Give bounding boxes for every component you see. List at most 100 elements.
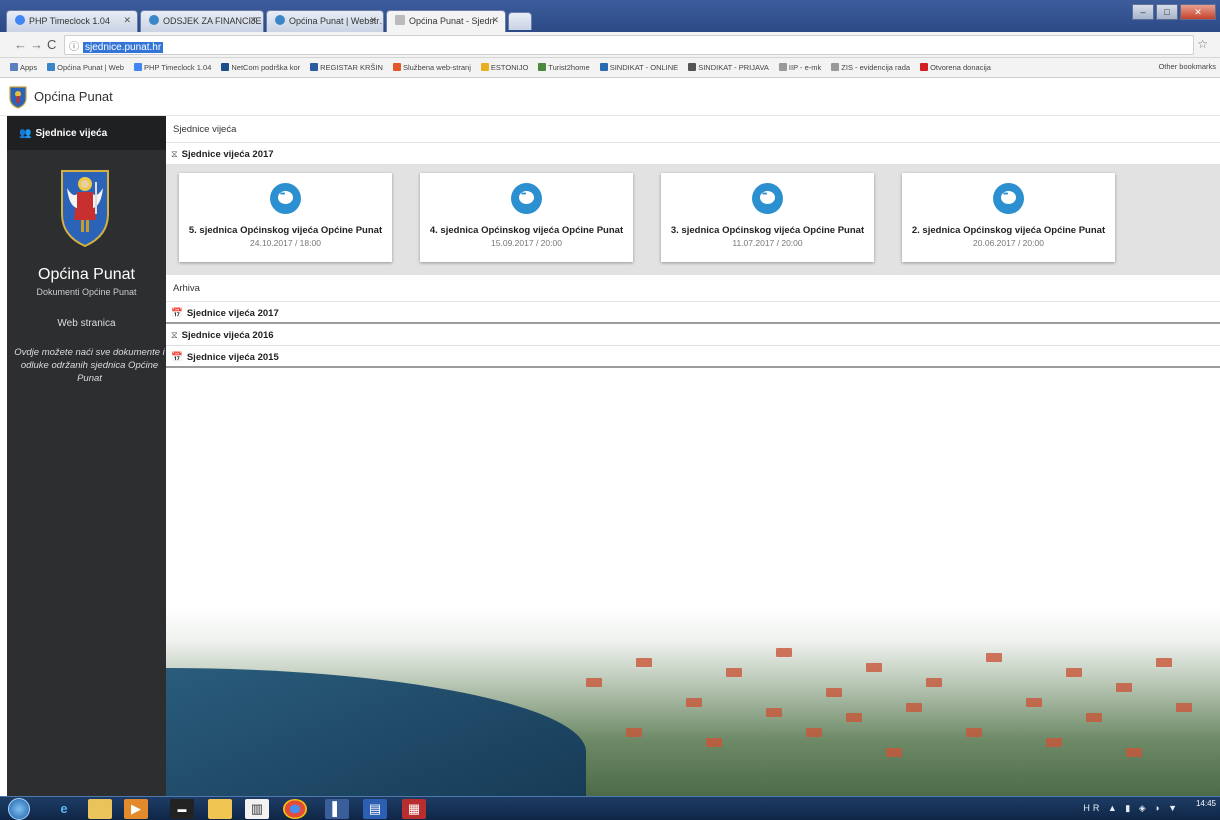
session-title: 4. sjednica Općinskog vijeća Općine Puna… — [429, 225, 624, 236]
brand-name[interactable]: Općina Punat — [34, 89, 113, 104]
roof-shape — [806, 728, 822, 737]
session-date: 11.07.2017 / 20:00 — [732, 238, 803, 248]
other-bookmarks[interactable]: Other bookmarks — [1152, 62, 1216, 71]
comment-icon — [993, 183, 1024, 214]
bookmark-label: REGISTAR KRŠIN — [320, 63, 383, 72]
roof-shape — [706, 738, 722, 747]
bookmark-icon — [10, 63, 18, 71]
hourglass-icon: ⧖ — [171, 330, 178, 341]
tab-close-icon[interactable]: ✕ — [491, 15, 499, 26]
roof-shape — [866, 663, 882, 672]
explorer-icon[interactable] — [88, 799, 112, 819]
bookmark-icon — [480, 63, 489, 71]
info-icon[interactable]: ⓘ — [69, 42, 79, 53]
bookmarks-bar: Apps Općina Punat | Web PHP Timeclock 1.04… — [0, 58, 1220, 78]
bookmark-item[interactable]: REGISTAR KRŠIN — [310, 63, 383, 72]
bookmark-item[interactable]: Apps — [10, 63, 37, 72]
sea-area — [166, 668, 586, 796]
url-input[interactable]: ⓘ sjednice.punat.hr — [64, 35, 1194, 55]
archive-item-2017[interactable]: 📅 Sjednice vijeća 2017 — [166, 302, 1220, 324]
coat-of-arms-icon — [61, 170, 109, 248]
roof-shape — [726, 668, 742, 677]
coat-of-arms-icon[interactable] — [8, 85, 28, 109]
maximize-button[interactable]: □ — [1156, 4, 1178, 20]
group-label: Sjednice vijeća 2017 — [181, 149, 274, 160]
roof-shape — [626, 728, 642, 737]
forward-arrow-icon[interactable]: → — [30, 37, 43, 52]
calendar-icon: 📅 — [171, 352, 183, 363]
window-controls: – □ ✕ — [1132, 4, 1216, 20]
browser-tab[interactable]: Općina Punat | Webstr… ✕ — [266, 10, 384, 32]
bookmark-item[interactable]: Službena web-stranj — [392, 63, 471, 72]
access-icon[interactable]: ▦ — [402, 799, 426, 819]
bookmark-icon — [47, 63, 56, 71]
hourglass-icon: ⧖ — [171, 149, 178, 160]
archive-label: Sjednice vijeća 2017 — [186, 308, 279, 319]
minimize-button[interactable]: – — [1132, 4, 1154, 20]
reload-icon[interactable]: C — [47, 37, 56, 52]
bookmark-label: ZIS - evidencija rada — [841, 63, 911, 72]
archive-item-2015[interactable]: 📅 Sjednice vijeća 2015 — [166, 346, 1220, 368]
bookmark-item[interactable]: ZIS - evidencija rada — [831, 63, 910, 72]
web-page-link[interactable]: Web stranica — [7, 318, 166, 329]
browser-tab[interactable]: PHP Timeclock 1.04 ✕ — [6, 10, 138, 32]
bookmark-star-icon[interactable]: ☆ — [1197, 37, 1208, 51]
roof-shape — [906, 703, 922, 712]
tab-close-icon[interactable]: ✕ — [249, 15, 257, 26]
bookmark-item[interactable]: NetCom podrška kor — [221, 63, 300, 72]
start-button[interactable] — [8, 798, 30, 820]
browser-tab-active[interactable]: Općina Punat - Sjedn ✕ — [386, 10, 506, 32]
bookmark-item[interactable]: SINDIKAT - PRIJAVA — [688, 63, 769, 72]
session-date: 24.10.2017 / 18:00 — [250, 238, 321, 248]
roof-shape — [986, 653, 1002, 662]
bookmark-item[interactable]: ESTONIJO — [480, 63, 528, 72]
roof-shape — [776, 648, 792, 657]
clock-time: 14:45 — [1195, 799, 1216, 808]
tab-label: PHP Timeclock 1.04 — [29, 16, 110, 26]
system-tray[interactable]: HR ▲ ▮ ◈ ◑ ▼ — [1083, 803, 1180, 814]
roof-shape — [846, 713, 862, 722]
back-arrow-icon[interactable]: ← — [14, 37, 27, 52]
clock[interactable]: 14:45 — [1196, 799, 1216, 809]
bookmark-item[interactable]: Otvorena donacija — [920, 63, 991, 72]
tab-close-icon[interactable]: ✕ — [369, 15, 377, 26]
bookmark-item[interactable]: Turist2home — [538, 63, 590, 72]
app-header: Općina Punat — [0, 78, 1220, 116]
session-card[interactable]: 3. sjednica Općinskog vijeća Općine Puna… — [661, 173, 874, 262]
roof-shape — [1156, 658, 1172, 667]
language-indicator[interactable]: HR — [1083, 803, 1102, 813]
roof-shape — [1066, 668, 1082, 677]
app-icon[interactable]: ▥ — [245, 799, 269, 819]
close-window-button[interactable]: ✕ — [1180, 4, 1216, 20]
chrome-icon[interactable] — [283, 799, 307, 819]
tab-close-icon[interactable]: ✕ — [123, 15, 131, 26]
roof-shape — [966, 728, 982, 737]
sidebar-item-sjednice[interactable]: 👥 Sjednice vijeća — [7, 116, 166, 150]
session-card[interactable]: 5. sjednica Općinskog vijeća Općine Puna… — [179, 173, 392, 262]
roof-shape — [886, 748, 902, 757]
bookmark-item[interactable]: IIP - e-mk — [778, 63, 821, 72]
comment-icon — [511, 183, 542, 214]
terminal-icon[interactable]: ▬ — [170, 799, 194, 819]
bookmark-icon — [133, 63, 142, 71]
folder-icon[interactable] — [208, 799, 232, 819]
bookmark-item[interactable]: Općina Punat | Web — [47, 63, 124, 72]
roof-shape — [926, 678, 942, 687]
page-favicon-icon — [149, 15, 159, 25]
media-player-icon[interactable]: ▶ — [124, 799, 148, 819]
archive-item-2016[interactable]: ⧖ Sjednice vijeća 2016 — [166, 324, 1220, 346]
roof-shape — [1046, 738, 1062, 747]
word-icon[interactable]: ▤ — [363, 799, 387, 819]
session-card[interactable]: 2. sjednica Općinskog vijeća Općine Puna… — [902, 173, 1115, 262]
new-tab-button[interactable] — [508, 12, 532, 30]
browser-tab[interactable]: ODSJEK ZA FINANCIJE O ✕ — [140, 10, 264, 32]
session-card[interactable]: 4. sjednica Općinskog vijeća Općine Puna… — [420, 173, 633, 262]
app-icon[interactable]: ▌ — [325, 799, 349, 819]
current-group-header[interactable]: ⧖ Sjednice vijeća 2017 — [166, 143, 1220, 165]
sidebar-description: Ovdje možete naći sve dokumente i odluke… — [14, 347, 165, 384]
windows-taskbar: e ▶ ▬ ▥ ▌ ▤ ▦ HR ▲ ▮ ◈ ◑ ▼ 14:45 — [0, 796, 1220, 820]
bookmark-item[interactable]: PHP Timeclock 1.04 — [133, 63, 211, 72]
address-bar: ← → C ⓘ sjednice.punat.hr ☆ — [0, 32, 1220, 58]
bookmark-item[interactable]: SINDIKAT - ONLINE — [599, 63, 678, 72]
ie-icon[interactable]: e — [52, 799, 76, 819]
